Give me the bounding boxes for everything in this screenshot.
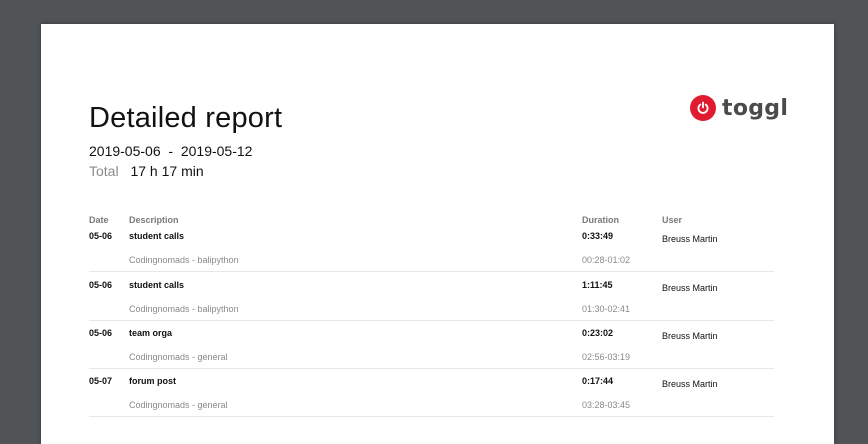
total-value: 17 h 17 min — [130, 163, 204, 179]
table-row: 05-06 student calls Codingnomads - balip… — [89, 272, 774, 321]
report-page: Detailed report 2019-05-06 - 2019-05-12 … — [41, 24, 834, 444]
entry-user: Breuss Martin — [662, 234, 718, 244]
entry-time-range: 00:28-01:02 — [582, 255, 631, 265]
entry-project: Codingnomads - general — [129, 352, 228, 362]
entry-duration: 0:17:44 — [582, 376, 614, 386]
report-title: Detailed report — [89, 102, 283, 134]
table-row: 05-06 student calls Codingnomads - balip… — [89, 223, 774, 272]
entry-project: Codingnomads - balipython — [129, 255, 239, 265]
entry-user: Breuss Martin — [662, 331, 718, 341]
entry-date: 05-06 — [89, 280, 113, 290]
toggl-logo: toggl — [690, 95, 788, 121]
entry-project: Codingnomads - balipython — [129, 304, 239, 314]
table-row: 05-06 team orga Codingnomads - general 0… — [89, 320, 774, 369]
entry-description: forum post — [129, 376, 176, 386]
power-icon — [690, 95, 716, 121]
entry-duration: 0:33:49 — [582, 231, 614, 241]
entry-time-range: 01:30-02:41 — [582, 304, 631, 314]
entry-date: 05-06 — [89, 328, 113, 338]
date-range: 2019-05-06 - 2019-05-12 — [89, 143, 253, 159]
total-row: Total 17 h 17 min — [89, 163, 204, 179]
entry-duration: 0:23:02 — [582, 328, 614, 338]
entry-project: Codingnomads - general — [129, 400, 228, 410]
total-label: Total — [89, 163, 119, 179]
entry-user: Breuss Martin — [662, 379, 718, 389]
entry-description: team orga — [129, 328, 173, 338]
entry-user: Breuss Martin — [662, 283, 718, 293]
entry-time-range: 02:56-03:19 — [582, 352, 631, 362]
entry-date: 05-07 — [89, 376, 113, 386]
entry-description: student calls — [129, 280, 185, 290]
logo-text: toggl — [722, 95, 789, 121]
table-row: 05-07 forum post Codingnomads - general … — [89, 368, 774, 417]
entry-description: student calls — [129, 231, 185, 241]
entry-time-range: 03:28-03:45 — [582, 400, 631, 410]
entry-date: 05-06 — [89, 231, 113, 241]
entry-duration: 1:11:45 — [582, 280, 613, 290]
